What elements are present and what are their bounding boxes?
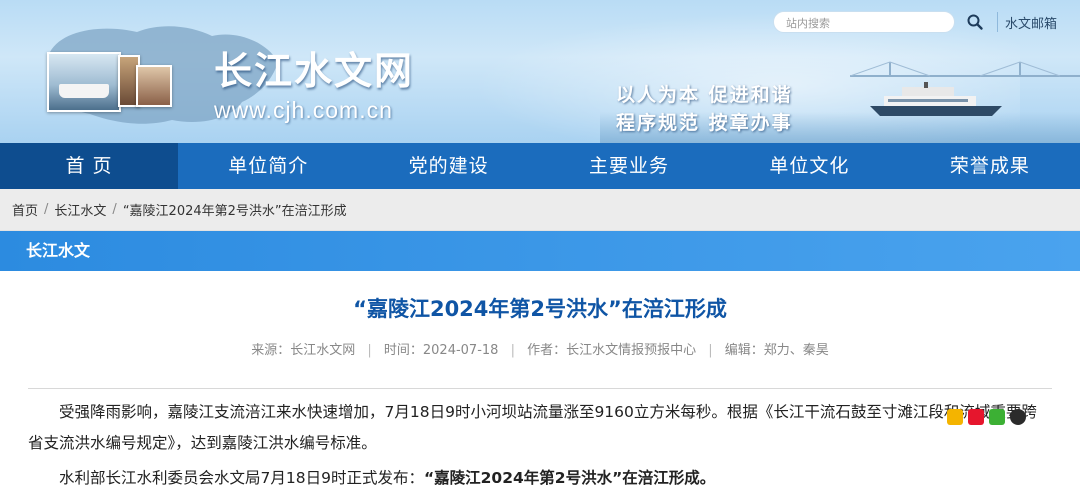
breadcrumb-separator: / xyxy=(112,202,117,217)
qq-share-icon[interactable] xyxy=(1010,409,1026,425)
site-brand[interactable]: 长江水文网 www.cjh.com.cn xyxy=(214,40,414,124)
article-author: 作者：长江水文情报预报中心 xyxy=(527,343,697,358)
slogan-line1: 以人为本 促进和谐 xyxy=(616,84,793,106)
article-meta: 来源：长江水文网 | 时间：2024-07-18 | 作者：长江水文情报预报中心… xyxy=(251,343,829,358)
article-paragraph-2: 水利部长江水利委员会水文局7月18日9时正式发布：“嘉陵江2024年第2号洪水”… xyxy=(28,463,1052,489)
nav-item-business[interactable]: 主要业务 xyxy=(539,143,719,189)
staff-photo xyxy=(136,65,172,107)
article-divider xyxy=(28,388,1052,389)
search-input[interactable] xyxy=(786,13,946,34)
article-paragraph-1: 受强降雨影响，嘉陵江支流涪江来水快速增加，7月18日9时小河坝站流量涨至9160… xyxy=(28,403,1037,452)
nav-item-about[interactable]: 单位简介 xyxy=(178,143,358,189)
search-icon[interactable] xyxy=(966,13,984,31)
wechat-share-icon[interactable] xyxy=(989,409,1005,425)
article-time: 时间：2024-07-18 xyxy=(383,343,499,358)
breadcrumb-current: “嘉陵江2024年第2号洪水”在涪江形成 xyxy=(122,204,347,219)
site-url: www.cjh.com.cn xyxy=(214,97,393,123)
paragraph-2-emphasis: “嘉陵江2024年第2号洪水”在涪江形成。 xyxy=(423,469,716,487)
main-nav: 首 页 单位简介 党的建设 主要业务 单位文化 荣誉成果 xyxy=(0,143,1080,189)
section-title: 长江水文 xyxy=(26,241,91,260)
nav-item-culture[interactable]: 单位文化 xyxy=(719,143,899,189)
bridge-graphic xyxy=(850,61,1080,77)
site-banner: 长江水文网 www.cjh.com.cn 以人为本 促进和谐 程序规范 按章办事… xyxy=(0,0,1080,143)
section-title-bar: 长江水文 xyxy=(0,231,1080,271)
mail-link[interactable]: 水文邮箱 xyxy=(1005,13,1057,32)
nav-item-home[interactable]: 首 页 xyxy=(0,143,178,189)
ship-graphic xyxy=(870,82,1002,116)
search-box xyxy=(773,11,955,34)
qzone-share-icon[interactable] xyxy=(947,409,963,425)
site-name: 长江水文网 xyxy=(214,48,415,93)
breadcrumb-section[interactable]: 长江水文 xyxy=(54,200,106,219)
paragraph-2-text: 水利部长江水利委员会水文局7月18日9时正式发布： xyxy=(59,469,424,487)
article: “嘉陵江2024年第2号洪水”在涪江形成 来源：长江水文网 | 时间：2024-… xyxy=(0,293,1080,489)
article-source: 来源：长江水文网 xyxy=(251,343,356,358)
breadcrumb: 首页 / 长江水文 / “嘉陵江2024年第2号洪水”在涪江形成 xyxy=(0,189,1080,231)
nav-item-party[interactable]: 党的建设 xyxy=(358,143,538,189)
breadcrumb-separator: / xyxy=(44,202,49,217)
article-title: “嘉陵江2024年第2号洪水”在涪江形成 xyxy=(353,297,727,321)
share-bar xyxy=(947,409,1026,425)
boat-photo xyxy=(47,52,121,112)
nav-item-honors[interactable]: 荣誉成果 xyxy=(900,143,1080,189)
slogan-line2: 程序规范 按章办事 xyxy=(616,112,793,134)
article-editor: 编辑：郑力、秦昊 xyxy=(724,343,829,358)
breadcrumb-home[interactable]: 首页 xyxy=(12,200,38,219)
top-divider xyxy=(997,12,998,32)
weibo-share-icon[interactable] xyxy=(968,409,984,425)
